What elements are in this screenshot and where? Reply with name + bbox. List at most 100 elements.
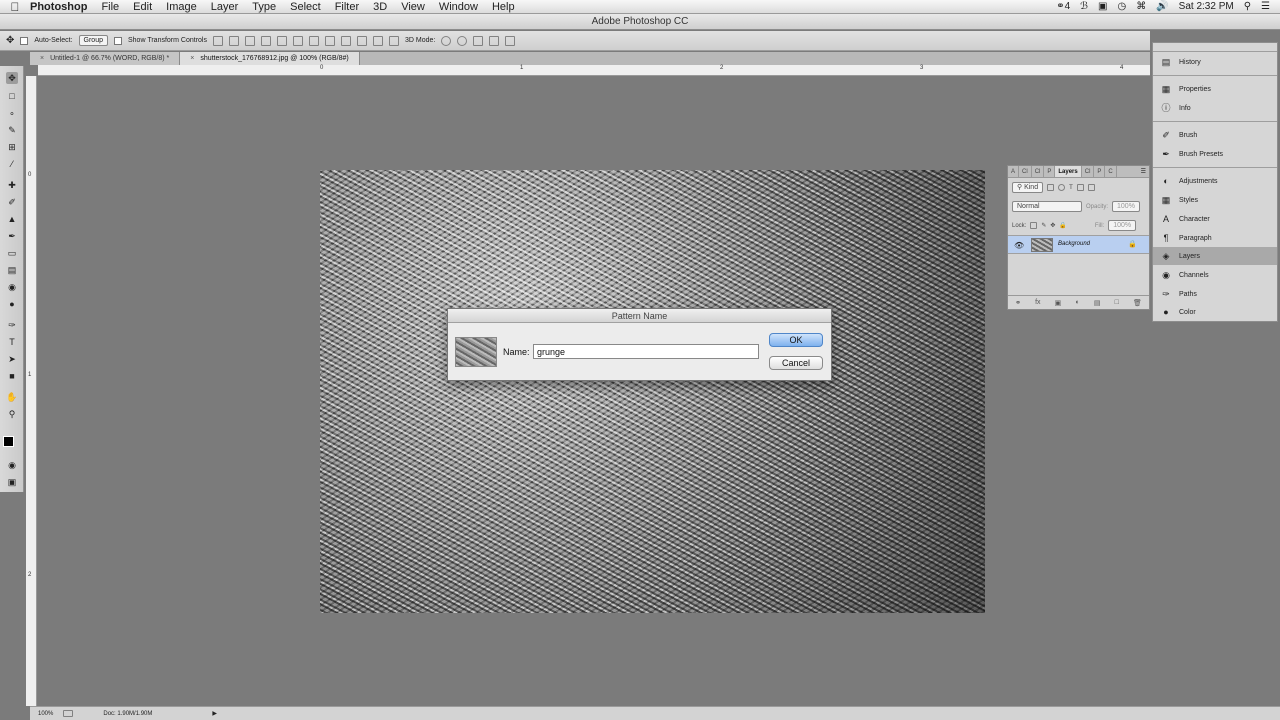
vertical-ruler[interactable]: 0 1 2 [26,76,37,706]
export-icon[interactable] [63,710,74,717]
eye-icon[interactable]: 👁 [1014,241,1024,250]
distribute-center-icon[interactable] [372,35,383,46]
healing-tool-icon[interactable]: ✚ [6,179,18,191]
search-icon[interactable]: ⚲ [1244,1,1251,12]
align-left-icon[interactable] [260,35,271,46]
pen-tool-icon[interactable]: ✑ [6,319,18,331]
type-tool-icon[interactable]: T [6,336,18,348]
tab-shutterstock[interactable]: × shutterstock_176768912.jpg @ 100% (RGB/… [180,52,360,65]
3d-scale-icon[interactable] [505,35,516,46]
gradient-tool-icon[interactable]: ▤ [6,264,18,276]
lock-transparent-icon[interactable] [1030,222,1038,229]
3d-pan-icon[interactable] [473,35,484,46]
menu-layer[interactable]: Layer [211,1,239,13]
dock-paths[interactable]: ✑ Paths [1153,285,1277,303]
shape-tool-icon[interactable]: ■ [6,370,18,382]
align-right-icon[interactable] [292,35,303,46]
quick-mask-icon[interactable]: ◉ [6,459,18,471]
dock-character[interactable]: A Character [1153,210,1277,228]
tab-cl2[interactable]: Cl [1032,166,1045,177]
menu-help[interactable]: Help [492,1,515,13]
align-top-icon[interactable] [212,35,223,46]
history-brush-icon[interactable]: ✒ [6,230,18,242]
lasso-tool-icon[interactable]: ∘ [6,107,18,119]
layer-row-background[interactable]: 👁 Background 🔒 [1008,235,1149,254]
lock-all-icon[interactable]: 🔒 [1059,222,1066,229]
screen-mode-icon[interactable]: ▣ [6,476,18,488]
type-filter-icon[interactable]: T [1069,185,1073,191]
tab-a[interactable]: A [1008,166,1020,177]
close-icon[interactable]: × [190,55,194,62]
menu-type[interactable]: Type [252,1,276,13]
distribute-right-icon[interactable] [388,35,399,46]
3d-roll-icon[interactable] [457,35,468,46]
dock-brush[interactable]: ✐ Brush [1153,126,1277,144]
dock-properties[interactable]: ▦ Properties [1153,80,1277,98]
eraser-tool-icon[interactable]: ▭ [6,247,18,259]
kind-filter-select[interactable]: ⚲ Kind [1012,182,1044,193]
link-icon[interactable]: ⚭ [1015,299,1021,307]
layer-thumbnail[interactable] [1031,238,1053,252]
lock-position-icon[interactable]: ✥ [1050,222,1055,229]
dock-history[interactable]: ▤ History [1153,53,1277,71]
trash-icon[interactable]: 🗑 [1133,299,1142,307]
distribute-top-icon[interactable] [308,35,319,46]
new-layer-icon[interactable]: □ [1115,299,1119,306]
tab-cl[interactable]: Cl [1019,166,1032,177]
tab-layers[interactable]: Layers [1055,166,1082,177]
dock-color[interactable]: ● Color [1153,303,1277,321]
align-middle-icon[interactable] [228,35,239,46]
fx-icon[interactable]: fx [1035,299,1040,306]
menu-filter[interactable]: Filter [335,1,359,13]
tab-p[interactable]: P [1044,166,1056,177]
close-icon[interactable]: × [40,55,44,62]
blend-mode-select[interactable]: Normal [1012,201,1082,212]
group-select[interactable]: Group [78,35,108,46]
move-tool-icon[interactable]: ✥ [6,72,18,84]
list-icon[interactable]: ☰ [1261,1,1270,12]
show-transform-checkbox[interactable] [114,36,122,45]
path-select-icon[interactable]: ➤ [6,353,18,365]
pixel-filter-icon[interactable] [1047,184,1055,191]
fill-input[interactable]: 100% [1108,220,1137,231]
tab-cl3[interactable]: Cl [1082,166,1095,177]
menu-image[interactable]: Image [166,1,197,13]
apple-icon[interactable]:  [0,0,30,14]
distribute-left-icon[interactable] [356,35,367,46]
adjustment-icon[interactable]: ◐ [1075,299,1079,306]
layer-name[interactable]: Background [1058,241,1090,247]
tab-untitled[interactable]: × Untitled-1 @ 66.7% (WORD, RGB/8) * [30,52,181,65]
menu-view[interactable]: View [401,1,425,13]
menu-file[interactable]: File [101,1,119,13]
mask-icon[interactable]: ▣ [1055,299,1062,307]
display-icon[interactable]: ▣ [1098,1,1107,12]
dock-info[interactable]: ⓘ Info [1153,99,1277,117]
opacity-input[interactable]: 100% [1112,201,1140,212]
blur-tool-icon[interactable]: ◉ [6,281,18,293]
foreground-color-swatch[interactable] [3,436,14,447]
marquee-tool-icon[interactable]: □ [6,90,18,102]
dodge-tool-icon[interactable]: ● [6,298,18,310]
hand-tool-icon[interactable]: ✋ [6,391,18,403]
creative-cloud-icon[interactable]: ⚭4 [1056,1,1070,12]
document-canvas[interactable] [320,170,985,613]
eyedropper-tool-icon[interactable]: ⁄ [6,158,18,170]
lock-pixels-icon[interactable]: ✎ [1041,222,1046,229]
menu-3d[interactable]: 3D [373,1,387,13]
dock-paragraph[interactable]: ¶ Paragraph [1153,229,1277,247]
horizontal-ruler[interactable]: 0 1 2 3 4 [38,65,1150,76]
shape-filter-icon[interactable] [1076,184,1084,191]
stamp-tool-icon[interactable]: ▲ [6,213,18,225]
panel-menu-icon[interactable]: ☰ [1141,166,1149,177]
auto-select-checkbox[interactable] [20,36,29,45]
ok-button[interactable]: OK [769,333,823,347]
align-bottom-icon[interactable] [244,35,255,46]
tab-p2[interactable]: P [1094,166,1106,177]
adjust-filter-icon[interactable] [1058,184,1066,191]
dock-brush-presets[interactable]: ✒ Brush Presets [1153,145,1277,163]
crop-tool-icon[interactable]: ⊞ [6,141,18,153]
move-tool-icon[interactable]: ✥ [6,35,14,46]
zoom-tool-icon[interactable]: ⚲ [6,408,18,420]
3d-slide-icon[interactable] [489,35,500,46]
status-menu-arrow[interactable]: ▶ [212,710,217,717]
